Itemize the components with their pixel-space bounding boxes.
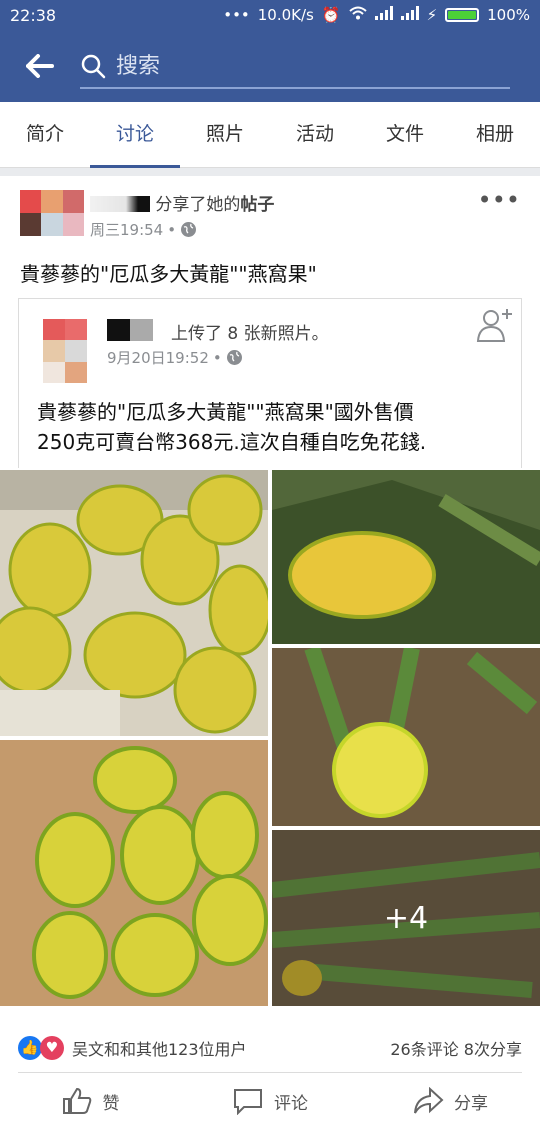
shared-poster-name[interactable] [107, 319, 153, 341]
shared-description: 貴蔘蔘的"厄瓜多大黃龍""燕窩果"國外售價 250克可賣台幣368元.這次自種自… [37, 397, 507, 457]
reactions-bar[interactable]: 👍 ♥ 吴文和和其他123位用户 26条评论 8次分享 [18, 1034, 522, 1062]
feed-post: 分享了她的帖子 周三19:54 • ••• 貴蔘蔘的"厄瓜多大黃龍""燕窩果" … [0, 176, 540, 1128]
avatar[interactable] [20, 190, 84, 236]
search-bar[interactable] [80, 43, 510, 89]
photo-2[interactable] [272, 470, 540, 644]
add-friend-icon[interactable] [475, 305, 515, 345]
more-photos-count[interactable]: +4 [272, 830, 540, 1006]
comment-share-counts[interactable]: 26条评论 8次分享 [390, 1036, 522, 1060]
battery-icon [445, 8, 480, 22]
more-options-icon[interactable]: ••• [478, 186, 520, 214]
photo-5[interactable]: +4 [272, 830, 540, 1006]
thumbs-up-icon [62, 1087, 91, 1114]
photo-4[interactable] [272, 648, 540, 826]
photo-3[interactable] [0, 740, 268, 1006]
post-link[interactable]: 帖子 [240, 195, 274, 215]
tab-photos[interactable]: 照片 [180, 102, 270, 167]
battery-percent: 100% [487, 6, 530, 24]
photo-grid: +4 [0, 470, 540, 1006]
status-bar: 22:38 ••• 10.0K/s ⏰ ⚡ 100% [0, 0, 540, 30]
post-time[interactable]: 周三19:54 [90, 219, 163, 240]
share-label: 分享 [454, 1093, 488, 1114]
description-line-1: 貴蔘蔘的"厄瓜多大黃龍""燕窩果"國外售價 [37, 400, 414, 424]
like-button[interactable]: 赞 [0, 1076, 180, 1126]
charging-icon: ⚡ [426, 6, 438, 24]
divider [18, 1072, 522, 1073]
comment-label: 评论 [274, 1093, 308, 1114]
poster-name[interactable] [90, 196, 150, 212]
reactions-text: 吴文和和其他123位用户 [72, 1040, 247, 1059]
signal-icon [374, 6, 393, 24]
post-header: 分享了她的帖子 周三19:54 • ••• [20, 186, 520, 240]
globe-icon [226, 350, 242, 365]
search-underline [80, 87, 510, 89]
share-icon [414, 1087, 444, 1114]
tab-intro[interactable]: 简介 [0, 102, 90, 167]
love-reaction-icon: ♥ [40, 1036, 64, 1060]
search-input[interactable] [116, 53, 476, 79]
tab-files[interactable]: 文件 [360, 102, 450, 167]
comment-icon [234, 1089, 262, 1115]
like-reaction-icon: 👍 [18, 1036, 42, 1060]
tab-events[interactable]: 活动 [270, 102, 360, 167]
comment-button[interactable]: 评论 [180, 1076, 360, 1126]
share-button[interactable]: 分享 [360, 1076, 540, 1126]
shared-post-card[interactable]: 上传了 8 张新照片。 9月20日19:52 • 貴蔘蔘的"厄瓜多大黃龍""燕窩… [18, 298, 522, 468]
globe-icon [181, 222, 197, 237]
signal-icon-2 [400, 6, 419, 24]
like-label: 赞 [102, 1093, 120, 1114]
description-line-2: 250克可賣台幣368元.這次自種自吃免花錢. [37, 430, 427, 454]
shared-avatar[interactable] [43, 319, 87, 383]
tab-discussion[interactable]: 讨论 [90, 102, 180, 168]
back-arrow-icon [26, 54, 54, 78]
photo-1[interactable] [0, 470, 268, 736]
status-time: 22:38 [10, 5, 57, 25]
top-bar [0, 30, 540, 102]
separator [0, 168, 540, 176]
status-dots: ••• [223, 6, 250, 24]
post-actions: 赞 评论 分享 [0, 1076, 540, 1126]
search-icon [81, 54, 106, 79]
post-text: 貴蔘蔘的"厄瓜多大黃龍""燕窩果" [20, 262, 317, 286]
tab-albums[interactable]: 相册 [450, 102, 540, 167]
wifi-icon [348, 6, 367, 24]
group-tabs: 简介 讨论 照片 活动 文件 相册 [0, 102, 540, 168]
shared-text: 分享了她的 [155, 195, 241, 215]
network-speed: 10.0K/s [257, 6, 314, 24]
shared-post-time[interactable]: 9月20日19:52 [107, 347, 209, 368]
back-button[interactable] [0, 30, 80, 102]
shared-action-text: 上传了 8 张新照片。 [171, 324, 329, 344]
alarm-icon: ⏰ [321, 6, 341, 24]
